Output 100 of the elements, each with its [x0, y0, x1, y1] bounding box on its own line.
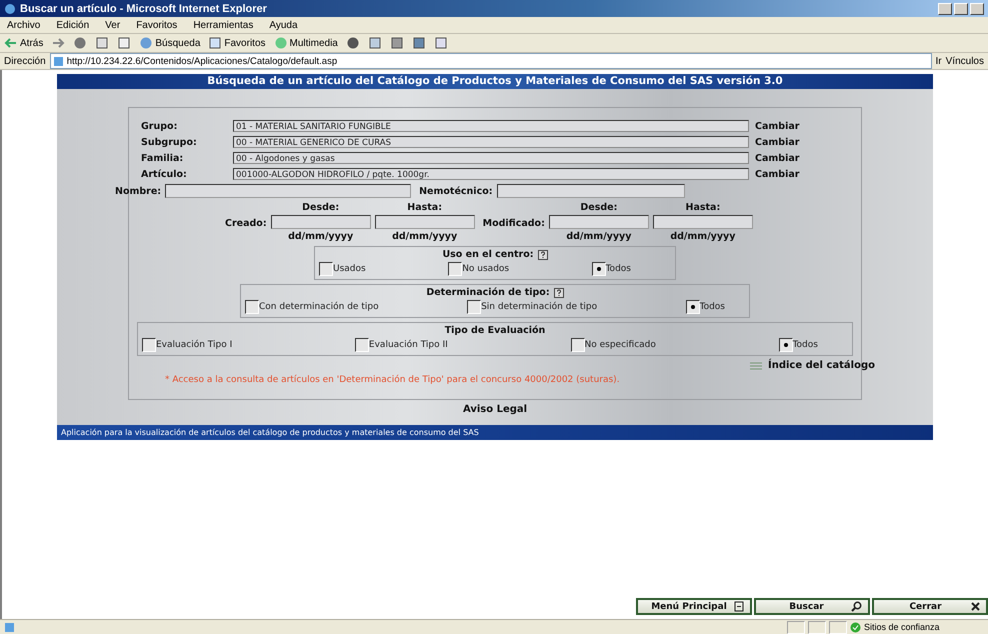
- toolbar-button[interactable]: Atrás: [4, 36, 44, 50]
- radio-button[interactable]: [686, 300, 700, 314]
- radio-option[interactable]: Evaluación Tipo II: [354, 338, 448, 352]
- group-title: Tipo de Evaluación: [444, 325, 546, 336]
- date-label: Modificado:: [482, 218, 545, 228]
- back-arrow-icon: [4, 36, 18, 50]
- selected-value: 001000-ALGODON HIDROFILO / pqte. 1000gr.: [233, 168, 749, 180]
- toolbar-button[interactable]: Búsqueda: [139, 36, 200, 50]
- selected-value: 00 - Algodones y gasas: [233, 152, 749, 164]
- list-icon: [750, 362, 762, 370]
- to-label: Hasta:: [686, 202, 720, 213]
- to-label: Hasta:: [407, 202, 442, 213]
- browser-icon: [4, 2, 16, 14]
- forward-button[interactable]: [51, 36, 66, 50]
- page-icon: [4, 622, 15, 632]
- menu-item[interactable]: Ver: [102, 20, 124, 30]
- catalog-index-link[interactable]: Índice del catálogo: [750, 360, 875, 371]
- mnemonic-label: Nemotécnico:: [419, 186, 493, 196]
- check-icon: [850, 622, 861, 632]
- menu-item[interactable]: Edición: [53, 20, 92, 30]
- menu-item[interactable]: Favoritos: [133, 20, 180, 30]
- radio-button[interactable]: [778, 338, 793, 352]
- to-date-field[interactable]: [374, 215, 475, 229]
- close-button[interactable]: [970, 2, 984, 14]
- window-title: Buscar un artículo - Microsoft Internet Explorer: [20, 2, 268, 14]
- refresh-button[interactable]: [95, 36, 110, 50]
- name-field[interactable]: [165, 184, 412, 198]
- status-pane: [787, 620, 805, 634]
- menu-item[interactable]: Archivo: [4, 20, 44, 30]
- action-button[interactable]: Cerrar: [872, 598, 988, 615]
- radio-button[interactable]: [319, 262, 333, 276]
- minimize-button[interactable]: [938, 2, 952, 14]
- field-label: Subgrupo:: [141, 136, 198, 148]
- mail-button[interactable]: [368, 36, 382, 50]
- change-link[interactable]: Cambiar: [755, 168, 855, 180]
- maximize-button[interactable]: [954, 2, 968, 14]
- date-format: dd/mm/yyyy: [288, 231, 354, 242]
- radio-button[interactable]: [448, 262, 462, 276]
- from-date-field[interactable]: [270, 215, 371, 229]
- radio-button[interactable]: [354, 338, 369, 352]
- status-pane: [808, 620, 826, 634]
- radio-button[interactable]: [245, 300, 259, 314]
- selected-value: 01 - MATERIAL SANITARIO FUNGIBLE: [233, 120, 749, 132]
- field-label: Artículo:: [141, 168, 188, 180]
- address-field[interactable]: http://10.234.22.6/Contenidos/Aplicaciones/Catalogo/default.asp: [50, 53, 932, 69]
- field-label: Familia:: [141, 152, 184, 164]
- discuss-button[interactable]: [434, 36, 448, 50]
- menu-item[interactable]: Ayuda: [266, 20, 301, 30]
- action-button[interactable]: Menú Principal: [636, 598, 752, 615]
- field-label: Grupo:: [141, 120, 178, 132]
- radio-option[interactable]: Todos: [686, 300, 725, 314]
- radio-option[interactable]: Con determinación de tipo: [245, 300, 379, 314]
- toolbar-button[interactable]: Multimedia: [274, 36, 338, 50]
- from-label: Desde:: [580, 202, 618, 213]
- radio-button[interactable]: [467, 300, 482, 314]
- address-label: Dirección: [4, 56, 46, 66]
- home-button[interactable]: [117, 36, 132, 50]
- radio-option[interactable]: Todos: [592, 262, 631, 276]
- stop-button[interactable]: [73, 36, 88, 50]
- help-icon[interactable]: [554, 288, 564, 298]
- page-footer: Aplicación para la visualización de artículos del catálogo de productos y materiales de consumo del SAS: [57, 425, 933, 440]
- radio-button[interactable]: [570, 338, 584, 352]
- go-button[interactable]: Ir: [936, 56, 942, 66]
- toolbar-button[interactable]: Favoritos: [208, 36, 266, 50]
- radio-option[interactable]: No especificado: [570, 338, 656, 352]
- from-date-field[interactable]: [548, 215, 649, 229]
- from-label: Desde:: [302, 202, 340, 213]
- help-icon[interactable]: [538, 250, 548, 260]
- exit-door-icon: [734, 601, 744, 612]
- action-button[interactable]: Buscar: [754, 598, 870, 615]
- change-link[interactable]: Cambiar: [755, 120, 855, 132]
- note-text: * Acceso a la consulta de artículos en 'Determinación de Tipo' para el concurso 4000/2002 (suturas).: [164, 375, 621, 385]
- radio-option[interactable]: Evaluación Tipo I: [142, 338, 232, 352]
- print-button[interactable]: [390, 36, 404, 50]
- radio-button[interactable]: [592, 262, 606, 276]
- name-label: Nombre:: [115, 186, 162, 196]
- change-link[interactable]: Cambiar: [755, 152, 855, 164]
- selected-value: 00 - MATERIAL GENERICO DE CURAS: [233, 136, 749, 148]
- date-format: dd/mm/yyyy: [566, 231, 632, 242]
- to-date-field[interactable]: [652, 215, 753, 229]
- edit-button[interactable]: [412, 36, 426, 50]
- page-header: Búsqueda de un artículo del Catálogo de Productos y Materiales de Consumo del SAS versión 3.0: [57, 74, 933, 89]
- radio-option[interactable]: No usados: [448, 262, 510, 276]
- legal-link[interactable]: Aviso Legal: [462, 400, 528, 417]
- radio-option[interactable]: Usados: [319, 262, 366, 276]
- group-title: Determinación de tipo:: [426, 287, 550, 298]
- status-pane: [829, 620, 847, 634]
- date-format: dd/mm/yyyy: [670, 231, 736, 242]
- radio-button[interactable]: [142, 338, 156, 352]
- radio-option[interactable]: Todos: [778, 338, 818, 352]
- history-button[interactable]: [346, 36, 360, 50]
- date-label: Creado:: [225, 218, 267, 228]
- radio-option[interactable]: Sin determinación de tipo: [467, 300, 598, 314]
- page-icon: [52, 56, 64, 66]
- zone-text: Sitios de confianza: [864, 622, 941, 632]
- mnemonic-field[interactable]: [496, 184, 685, 198]
- menu-item[interactable]: Herramientas: [190, 20, 256, 30]
- links-button[interactable]: Vínculos: [946, 56, 984, 66]
- change-link[interactable]: Cambiar: [755, 136, 855, 148]
- group-title: Uso en el centro:: [442, 249, 534, 260]
